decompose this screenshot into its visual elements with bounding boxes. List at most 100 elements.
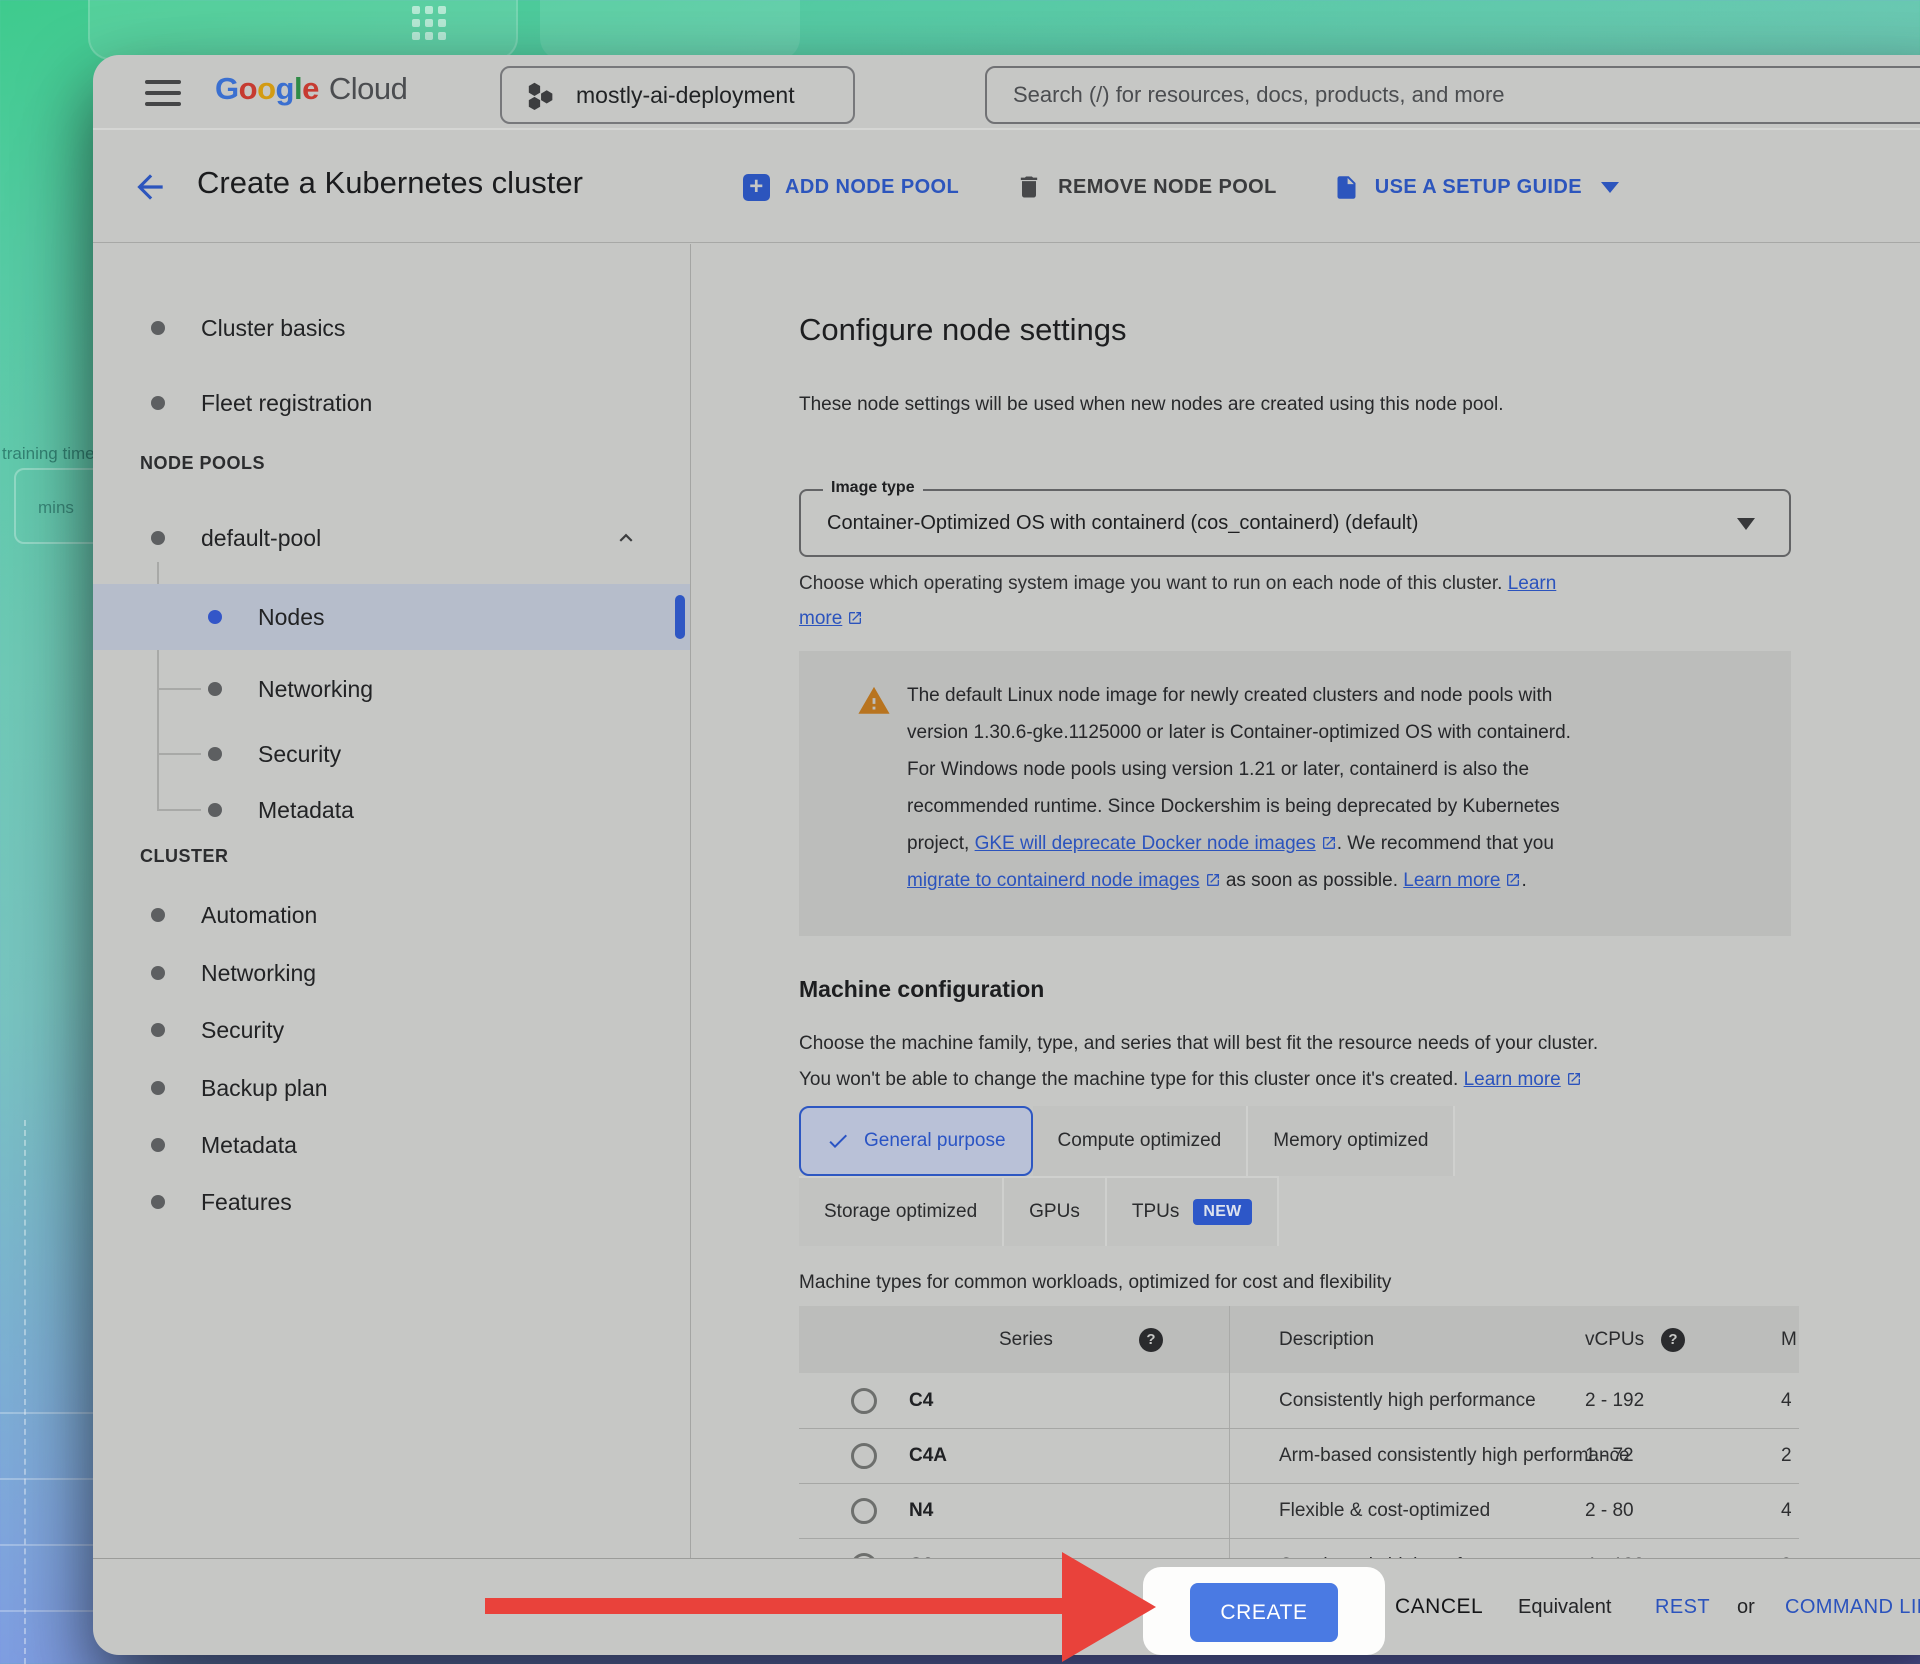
sidebar: Cluster basics Fleet registration NODE POO… [93,244,690,1558]
table-header: Series ? Description vCPUs ? M [799,1306,1799,1373]
document-icon [1333,174,1360,201]
main-content: Configure node settings These node setti… [706,244,1920,1558]
step-bullet-icon [151,531,165,545]
search-bar [985,66,1920,124]
sidebar-item-label: Networking [201,960,316,987]
warning-link[interactable]: GKE will deprecate Docker node images [975,833,1337,854]
tab-compute-optimized[interactable]: Compute optimized [1033,1106,1249,1176]
table-row-c4[interactable]: C4Consistently high performance2 - 1924 [799,1373,1799,1428]
tab-label: Memory optimized [1273,1130,1428,1152]
warning-link[interactable]: Learn more [1403,870,1521,891]
step-bullet-icon [151,396,165,410]
column-divider [1229,1306,1230,1373]
table-row-c3[interactable]: C3Consistently high performance4 - 1928 [799,1538,1799,1558]
warning-link[interactable]: migrate to containerd node images [907,870,1221,891]
page-title: Create a Kubernetes cluster [197,165,583,201]
step-bullet-icon [208,747,222,761]
description-value: Flexible & cost-optimized [1279,1500,1490,1522]
cloud-logo-word: Cloud [329,71,408,106]
tab-storage-optimized[interactable]: Storage optimized [799,1176,1004,1246]
external-link-icon [1321,835,1337,851]
sidebar-item-security[interactable]: Security [93,727,690,781]
menu-icon[interactable] [145,80,181,106]
section-intro: These node settings will be used when ne… [799,394,1504,416]
sidebar-item-default-pool[interactable]: default-pool [93,511,690,565]
sidebar-item-label: Metadata [258,797,354,824]
sidebar-item-cluster-basics[interactable]: Cluster basics [93,301,690,355]
tab-gpus[interactable]: GPUs [1004,1176,1107,1246]
sidebar-section-node-pools: NODE POOLS [140,449,265,477]
sidebar-item-metadata[interactable]: Metadata [93,1118,690,1172]
section-title: Configure node settings [799,312,1126,348]
help-icon[interactable]: ? [1661,1328,1685,1352]
table-row-n4[interactable]: N4Flexible & cost-optimized2 - 804 [799,1483,1799,1538]
project-selector[interactable]: mostly-ai-deployment [500,66,855,124]
tab-label: Storage optimized [824,1201,977,1223]
back-arrow-icon[interactable] [131,168,169,206]
search-input[interactable] [987,68,1920,122]
equivalent-label: Equivalent [1518,1559,1611,1655]
sidebar-item-nodes[interactable]: Nodes [93,584,690,650]
help-icon[interactable]: ? [1139,1328,1163,1352]
learn-more-link[interactable]: Learn more [1464,1069,1582,1090]
browser-window: Google Cloud mostly-ai-deployment Create … [93,55,1920,1655]
tab-general-purpose[interactable]: General purpose [799,1106,1033,1176]
series-value: N4 [909,1500,933,1522]
add-node-pool-button[interactable]: + ADD NODE POOL [743,174,959,201]
step-bullet-icon [151,1138,165,1152]
image-type-select[interactable]: Image type Container-Optimized OS with c… [799,489,1791,557]
step-bullet-icon [151,321,165,335]
background-gridline [24,1120,26,1664]
command-line-link[interactable]: COMMAND LINE [1785,1559,1920,1655]
machine-family-tabs: General purpose Compute optimized Memory o… [799,1106,1455,1246]
sidebar-item-security[interactable]: Security [93,1003,690,1057]
sidebar-item-fleet-registration[interactable]: Fleet registration [93,376,690,430]
warning-text: The default Linux node image for newly c… [907,677,1572,936]
sidebar-item-metadata[interactable]: Metadata [93,783,690,837]
active-step-indicator [675,595,685,639]
tab-tpus[interactable]: TPUsNEW [1107,1176,1279,1246]
window-body: Cluster basics Fleet registration NODE POO… [93,244,1920,1558]
machine-types-caption: Machine types for common workloads, opti… [799,1272,1391,1294]
cancel-button[interactable]: CANCEL [1395,1559,1483,1655]
step-bullet-icon [208,682,222,696]
checkmark-icon [826,1129,850,1153]
series-value: C4 [909,1390,933,1412]
sidebar-section-cluster: CLUSTER [140,842,229,870]
table-row-c4a[interactable]: C4AArm-based consistently high performan… [799,1428,1799,1483]
background-gridline [0,1610,93,1612]
create-button[interactable]: CREATE [1190,1583,1338,1642]
sidebar-item-features[interactable]: Features [93,1175,690,1229]
radio-button[interactable] [851,1388,877,1414]
step-bullet-icon [151,966,165,980]
remove-node-pool-button[interactable]: REMOVE NODE POOL [1015,173,1277,201]
rest-link[interactable]: REST [1655,1559,1710,1655]
sidebar-item-networking[interactable]: Networking [93,662,690,716]
dropdown-arrow-icon [1737,518,1755,530]
column-divider [1229,1484,1230,1539]
tab-label: Compute optimized [1058,1130,1222,1152]
sidebar-item-networking[interactable]: Networking [93,946,690,1000]
vcpus-value: 2 - 192 [1585,1390,1644,1412]
new-badge: NEW [1193,1199,1251,1225]
tab-memory-optimized[interactable]: Memory optimized [1248,1106,1455,1176]
chevron-up-icon[interactable] [613,525,639,551]
sidebar-item-label: Fleet registration [201,390,372,417]
apps-grid-icon [412,6,452,46]
sidebar-item-label: Security [201,1017,284,1044]
use-setup-guide-button[interactable]: USE A SETUP GUIDE [1333,174,1619,201]
machine-configuration-title: Machine configuration [799,976,1044,1003]
sidebar-item-backup-plan[interactable]: Backup plan [93,1061,690,1115]
radio-button[interactable] [851,1443,877,1469]
radio-button[interactable] [851,1498,877,1524]
create-button-spotlight: CREATE [1143,1567,1385,1655]
step-bullet-icon [151,1023,165,1037]
project-name: mostly-ai-deployment [576,82,795,109]
sidebar-item-label: default-pool [201,525,321,552]
sidebar-item-label: Automation [201,902,317,929]
sidebar-item-automation[interactable]: Automation [93,888,690,942]
google-logo-word: Google [215,71,319,106]
machine-configuration-desc: Choose the machine family, type, and ser… [799,1026,1799,1098]
sidebar-item-label: Cluster basics [201,315,345,342]
sidebar-divider [690,244,691,1558]
